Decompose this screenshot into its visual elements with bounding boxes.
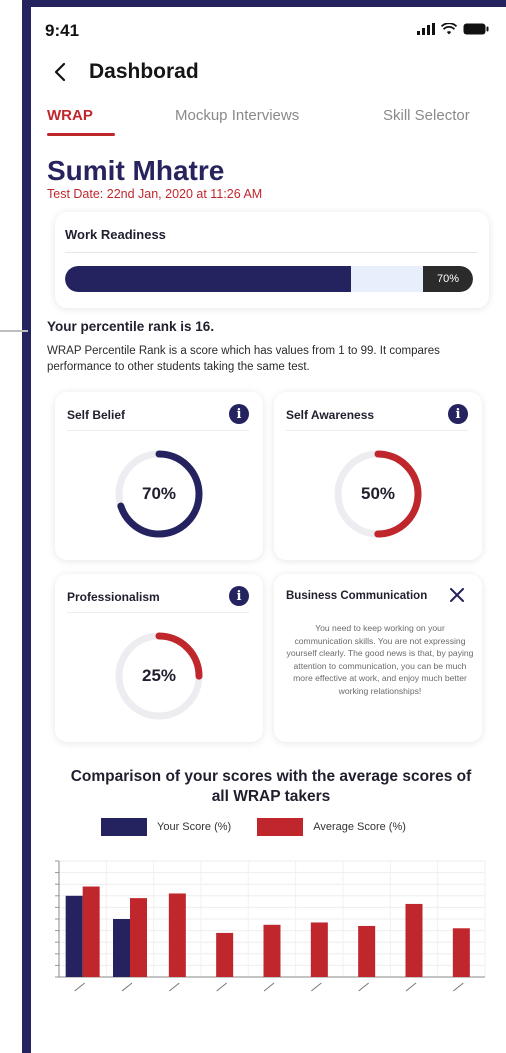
top-frame-bar bbox=[22, 0, 506, 7]
self-belief-card: Self Belief i 70% bbox=[55, 392, 263, 560]
self-awareness-ring: 50% bbox=[328, 444, 428, 544]
business-communication-card: Business Communication You need to keep … bbox=[274, 574, 482, 742]
tab-skill-selector[interactable]: Skill Selector bbox=[383, 107, 470, 124]
divider bbox=[65, 252, 477, 253]
professionalism-title: Professionalism bbox=[67, 590, 160, 604]
info-icon[interactable]: i bbox=[229, 586, 249, 606]
legend-label-average-score: Average Score (%) bbox=[313, 821, 406, 833]
info-icon[interactable]: i bbox=[448, 404, 468, 424]
professionalism-card: Professionalism i 25% bbox=[55, 574, 263, 742]
work-readiness-progress-track: 70% bbox=[65, 266, 473, 292]
work-readiness-value: 70% bbox=[423, 266, 473, 292]
work-readiness-progress-fill bbox=[65, 266, 351, 292]
x-tick-label bbox=[405, 982, 417, 992]
business-communication-text: You need to keep working on your communi… bbox=[286, 623, 474, 696]
self-belief-ring: 70% bbox=[109, 444, 209, 544]
comparison-title: Comparison of your scores with the avera… bbox=[70, 768, 472, 805]
info-icon[interactable]: i bbox=[229, 404, 249, 424]
bar-average-score bbox=[216, 932, 234, 977]
self-awareness-card: Self Awareness i 50% bbox=[274, 392, 482, 560]
bar-average-score bbox=[452, 928, 470, 977]
bar-average-score bbox=[405, 903, 423, 977]
legend-label-your-score: Your Score (%) bbox=[157, 821, 232, 833]
close-icon bbox=[450, 588, 464, 602]
tab-wrap[interactable]: WRAP bbox=[47, 107, 93, 124]
legend-swatch-your-score bbox=[101, 818, 147, 836]
professionalism-ring: 25% bbox=[109, 626, 209, 726]
left-frame-bar bbox=[22, 0, 31, 1053]
legend-item-average-score: Average Score (%) bbox=[257, 818, 406, 836]
x-tick-label bbox=[311, 982, 322, 992]
chevron-left-icon bbox=[54, 62, 66, 82]
bar-your-score bbox=[65, 895, 83, 977]
self-awareness-title: Self Awareness bbox=[286, 408, 375, 422]
x-tick-label bbox=[358, 982, 369, 992]
back-button[interactable] bbox=[49, 59, 71, 85]
divider bbox=[67, 612, 249, 613]
status-bar: 9:41 bbox=[45, 19, 495, 47]
work-readiness-card: Work Readiness 70% bbox=[55, 212, 489, 308]
percentile-description: WRAP Percentile Rank is a score which ha… bbox=[47, 345, 440, 373]
signal-icon bbox=[417, 23, 435, 35]
student-name: Sumit Mhatre bbox=[47, 155, 225, 186]
tab-mockup-interviews[interactable]: Mockup Interviews bbox=[175, 107, 299, 124]
legend-swatch-average-score bbox=[257, 818, 304, 836]
tab-bar: WRAP Mockup Interviews Skill Selector bbox=[47, 107, 491, 141]
self-awareness-value: 50% bbox=[360, 484, 396, 503]
x-tick-label bbox=[121, 982, 133, 992]
battery-icon bbox=[463, 23, 489, 35]
bar-average-score bbox=[168, 893, 186, 977]
close-button[interactable] bbox=[446, 584, 468, 606]
work-readiness-title: Work Readiness bbox=[65, 227, 166, 242]
divider bbox=[67, 430, 249, 431]
x-tick-label bbox=[216, 982, 227, 992]
status-icons bbox=[417, 23, 489, 35]
percentile-rank: Your percentile rank is 16. bbox=[47, 319, 215, 334]
header: Dashborad bbox=[49, 57, 199, 87]
status-time: 9:41 bbox=[45, 21, 80, 40]
self-belief-title: Self Belief bbox=[67, 408, 126, 422]
bar-average-score bbox=[310, 922, 328, 977]
x-tick-label bbox=[169, 982, 180, 992]
x-tick-label bbox=[263, 982, 275, 992]
test-date: Test Date: 22nd Jan, 2020 at 11:26 AM bbox=[47, 187, 263, 201]
page-title: Dashborad bbox=[89, 60, 199, 83]
connector-line bbox=[0, 330, 28, 332]
bar-average-score bbox=[263, 924, 281, 977]
phone-screen: 9:41 Dashborad WRAP Mockup Interviews Sk… bbox=[31, 7, 506, 1053]
bar-average-score bbox=[358, 925, 376, 977]
professionalism-value: 25% bbox=[141, 666, 177, 685]
wifi-icon bbox=[441, 23, 457, 35]
active-tab-indicator bbox=[47, 133, 115, 136]
bar-your-score bbox=[113, 919, 130, 977]
legend-item-your-score: Your Score (%) bbox=[101, 818, 231, 836]
comparison-bar-chart bbox=[55, 860, 486, 992]
divider bbox=[286, 430, 468, 431]
bar-average-score bbox=[130, 898, 147, 977]
business-communication-title: Business Communication bbox=[286, 590, 428, 602]
x-tick-label bbox=[74, 982, 85, 992]
self-belief-value: 70% bbox=[141, 484, 177, 503]
chart-legend: Your Score (%) Average Score (%) bbox=[101, 817, 406, 837]
bar-average-score bbox=[82, 886, 100, 977]
x-tick-label bbox=[453, 982, 464, 992]
